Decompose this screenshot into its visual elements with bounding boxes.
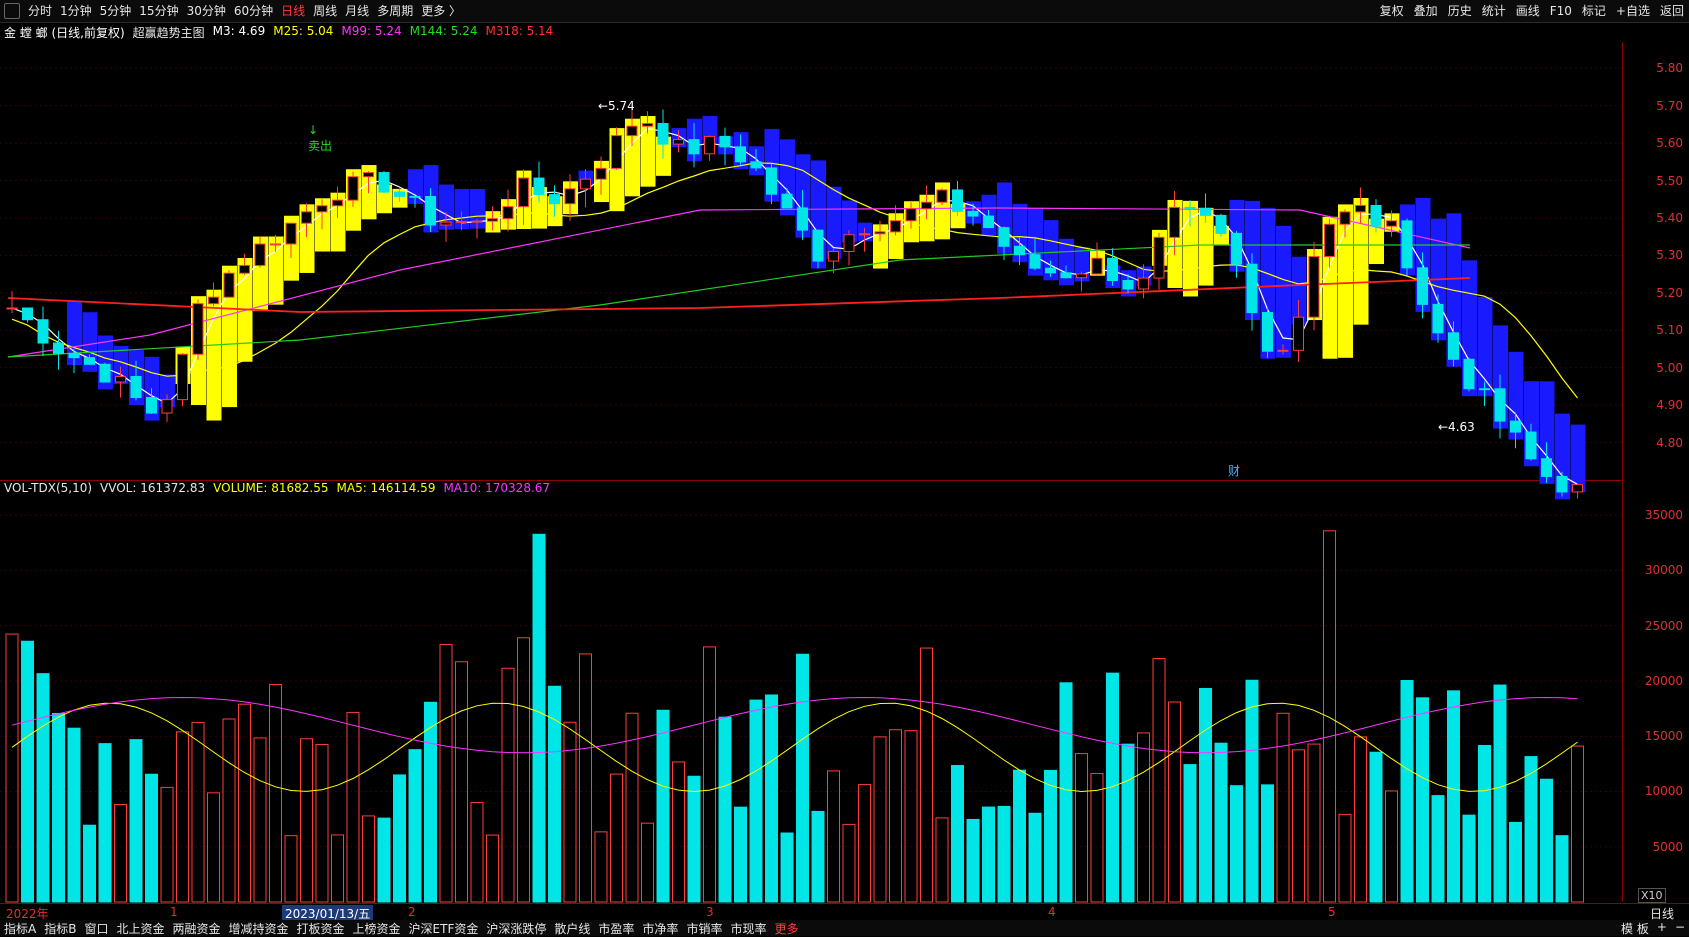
volume-tick: 20000 (1644, 673, 1683, 688)
indicator-tab[interactable]: 市盈率 (594, 920, 638, 937)
indicator-tab[interactable]: 窗口 (80, 920, 112, 937)
price-tick: 5.40 (1656, 210, 1683, 225)
indicator-tab[interactable]: 沪深涨跌停 (482, 920, 550, 937)
indicator-tab[interactable]: 上榜资金 (349, 920, 405, 937)
price-tick: 5.50 (1656, 173, 1683, 188)
volume-tick: 25000 (1644, 618, 1683, 633)
volume-chart-panel[interactable] (0, 482, 1623, 902)
toolbar-button[interactable]: F10 (1545, 0, 1577, 22)
toolbar-button[interactable]: 叠加 (1409, 0, 1443, 22)
indicator-tab-bar: 指标A 指标B 窗口 北上资金 两融资金 增减持资金 打板资金 上榜资金 沪深ETF资金 沪深涨跌… (0, 920, 1689, 936)
indicator-tab[interactable]: 打板资金 (293, 920, 349, 937)
vvol-value: VVOL: 161372.83 (100, 481, 206, 495)
period-tab[interactable]: 60分钟 (230, 0, 277, 22)
vol-indicator-name[interactable]: VOL-TDX(5,10) (4, 481, 92, 497)
price-tick: 5.60 (1656, 136, 1683, 151)
volume-value: VOLUME: 81682.55 (213, 481, 329, 495)
stock-name[interactable]: 金 螳 螂 (日线,前复权) (4, 24, 125, 40)
price-tick: 5.00 (1656, 360, 1683, 375)
volume-tick: 30000 (1644, 563, 1683, 578)
price-tick: 5.70 (1656, 98, 1683, 113)
period-tab[interactable]: 更多 〉 (417, 0, 465, 22)
price-tick: 4.80 (1656, 435, 1683, 450)
indicator-tab[interactable]: 散户线 (550, 920, 594, 937)
x-tick-m2: 2 (408, 905, 416, 919)
m3-value: M3: 4.69 (212, 24, 266, 38)
volume-tick: 10000 (1644, 784, 1683, 799)
toolbar-button[interactable]: 标记 (1577, 0, 1611, 22)
toolbar-button[interactable]: 返回 (1655, 0, 1689, 22)
price-legend: 金 螳 螂 (日线,前复权) 超赢趋势主图 M3: 4.69 M25: 5.04… (4, 24, 553, 40)
bottom-right-button[interactable]: 模 板 (1617, 920, 1653, 937)
period-tab[interactable]: 日线 (277, 0, 309, 22)
bottom-right-button[interactable]: + (1653, 920, 1671, 937)
indicator-tab[interactable]: 增减持资金 (225, 920, 293, 937)
toolbar-button[interactable]: 统计 (1477, 0, 1511, 22)
m99-value: M99: 5.24 (341, 24, 402, 38)
indicator-name[interactable]: 超赢趋势主图 (133, 24, 205, 40)
indicator-tab[interactable]: 指标A (0, 920, 40, 937)
volume-unit-label: X10 (1638, 888, 1666, 903)
volume-axis: 35000 30000 25000 20000 15000 10000 5000 (1624, 482, 1689, 902)
price-axis: 5.80 5.70 5.60 5.50 5.40 5.30 5.20 5.10 5.00 4.90… (1624, 42, 1689, 480)
indicator-tab[interactable]: 市净率 (638, 920, 682, 937)
price-tick: 5.10 (1656, 323, 1683, 338)
period-tab[interactable]: 分时 (24, 0, 56, 22)
toolbar-button[interactable]: 复权 (1375, 0, 1409, 22)
volume-tick: 15000 (1644, 729, 1683, 744)
ma5-value: MA5: 146114.59 (336, 481, 436, 495)
bottom-right-button[interactable]: − (1671, 920, 1689, 937)
price-tick: 5.80 (1656, 61, 1683, 76)
toolbar-button[interactable]: +自选 (1611, 0, 1655, 22)
period-tab[interactable]: 周线 (309, 0, 341, 22)
toolbar-button[interactable]: 画线 (1511, 0, 1545, 22)
volume-legend: VOL-TDX(5,10) VVOL: 161372.83 VOLUME: 81… (4, 481, 550, 497)
period-toolbar: 分时 1分钟 5分钟 15分钟 30分钟 60分钟 日线 周线 月线 多周期 更多 〉 复权 叠加 历史… (0, 0, 1689, 23)
indicator-tab[interactable]: 市现率 (726, 920, 770, 937)
indicator-tab[interactable]: 指标B (40, 920, 80, 937)
x-tick-m5: 5 (1328, 905, 1336, 919)
price-tick: 5.30 (1656, 248, 1683, 263)
indicator-tab[interactable]: 北上资金 (112, 920, 168, 937)
price-tick: 4.90 (1656, 398, 1683, 413)
time-axis: 2022年 1 2023/01/13/五 2 3 4 5 日线 (0, 903, 1689, 922)
price-tick: 5.20 (1656, 285, 1683, 300)
indicator-tab[interactable]: 更多 (770, 920, 802, 937)
ma10-value: MA10: 170328.67 (443, 481, 551, 495)
volume-tick: 35000 (1644, 508, 1683, 523)
period-tab[interactable]: 5分钟 (96, 0, 136, 22)
panel-toggle-icon[interactable] (4, 3, 20, 19)
indicator-tab[interactable]: 沪深ETF资金 (405, 920, 483, 937)
price-chart-panel[interactable] (0, 42, 1623, 481)
m25-value: M25: 5.04 (273, 24, 334, 38)
indicator-tab[interactable]: 市销率 (682, 920, 726, 937)
period-tab[interactable]: 15分钟 (135, 0, 182, 22)
indicator-tab[interactable]: 两融资金 (168, 920, 224, 937)
period-tab[interactable]: 30分钟 (183, 0, 230, 22)
toolbar-button[interactable]: 历史 (1443, 0, 1477, 22)
m144-value: M144: 5.24 (409, 24, 478, 38)
period-tab[interactable]: 1分钟 (56, 0, 96, 22)
x-tick-m3: 3 (706, 905, 714, 919)
period-tab[interactable]: 月线 (341, 0, 373, 22)
x-tick-m1: 1 (170, 905, 178, 919)
volume-tick: 5000 (1652, 839, 1683, 854)
x-tick-m4: 4 (1048, 905, 1056, 919)
m318-value: M318: 5.14 (485, 24, 554, 38)
period-tab[interactable]: 多周期 (373, 0, 417, 22)
